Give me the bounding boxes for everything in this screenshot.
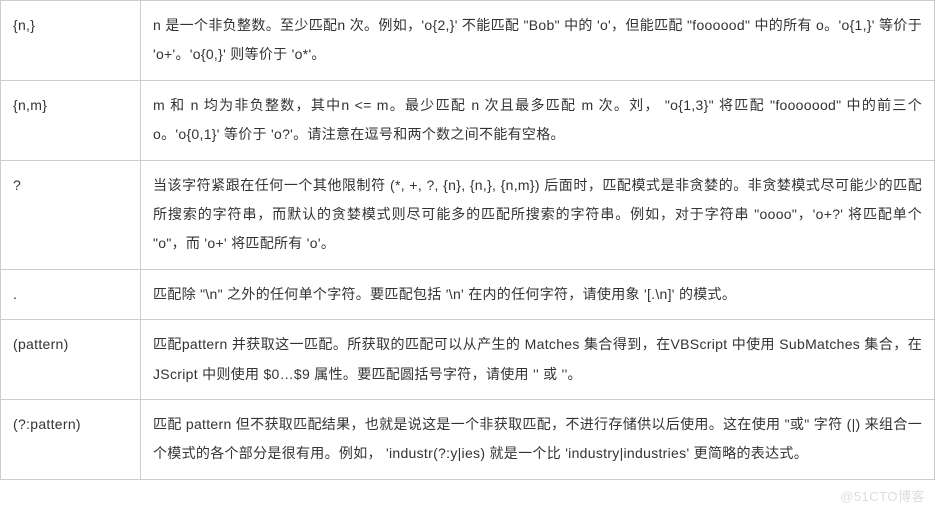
table-row: ? 当该字符紧跟在任何一个其他限制符 (*, +, ?, {n}, {n,}, … xyxy=(1,160,935,269)
watermark-text: @51CTO博客 xyxy=(840,486,925,505)
description-cell: n 是一个非负整数。至少匹配n 次。例如，'o{2,}' 不能匹配 "Bob" … xyxy=(141,1,935,81)
description-cell: 匹配pattern 并获取这一匹配。所获取的匹配可以从产生的 Matches 集… xyxy=(141,320,935,400)
table-row: (pattern) 匹配pattern 并获取这一匹配。所获取的匹配可以从产生的… xyxy=(1,320,935,400)
description-cell: 匹配 pattern 但不获取匹配结果，也就是说这是一个非获取匹配，不进行存储供… xyxy=(141,399,935,479)
pattern-cell: {n,} xyxy=(1,1,141,81)
pattern-cell: ? xyxy=(1,160,141,269)
pattern-cell: {n,m} xyxy=(1,80,141,160)
description-cell: 当该字符紧跟在任何一个其他限制符 (*, +, ?, {n}, {n,}, {n… xyxy=(141,160,935,269)
table-row: {n,m} m 和 n 均为非负整数，其中n <= m。最少匹配 n 次且最多匹… xyxy=(1,80,935,160)
table-row: (?:pattern) 匹配 pattern 但不获取匹配结果，也就是说这是一个… xyxy=(1,399,935,479)
table-row: {n,} n 是一个非负整数。至少匹配n 次。例如，'o{2,}' 不能匹配 "… xyxy=(1,1,935,81)
pattern-cell: . xyxy=(1,269,141,319)
pattern-cell: (pattern) xyxy=(1,320,141,400)
regex-reference-table: {n,} n 是一个非负整数。至少匹配n 次。例如，'o{2,}' 不能匹配 "… xyxy=(0,0,935,480)
description-cell: m 和 n 均为非负整数，其中n <= m。最少匹配 n 次且最多匹配 m 次。… xyxy=(141,80,935,160)
table-row: . 匹配除 "\n" 之外的任何单个字符。要匹配包括 '\n' 在内的任何字符，… xyxy=(1,269,935,319)
description-cell: 匹配除 "\n" 之外的任何单个字符。要匹配包括 '\n' 在内的任何字符，请使… xyxy=(141,269,935,319)
pattern-cell: (?:pattern) xyxy=(1,399,141,479)
